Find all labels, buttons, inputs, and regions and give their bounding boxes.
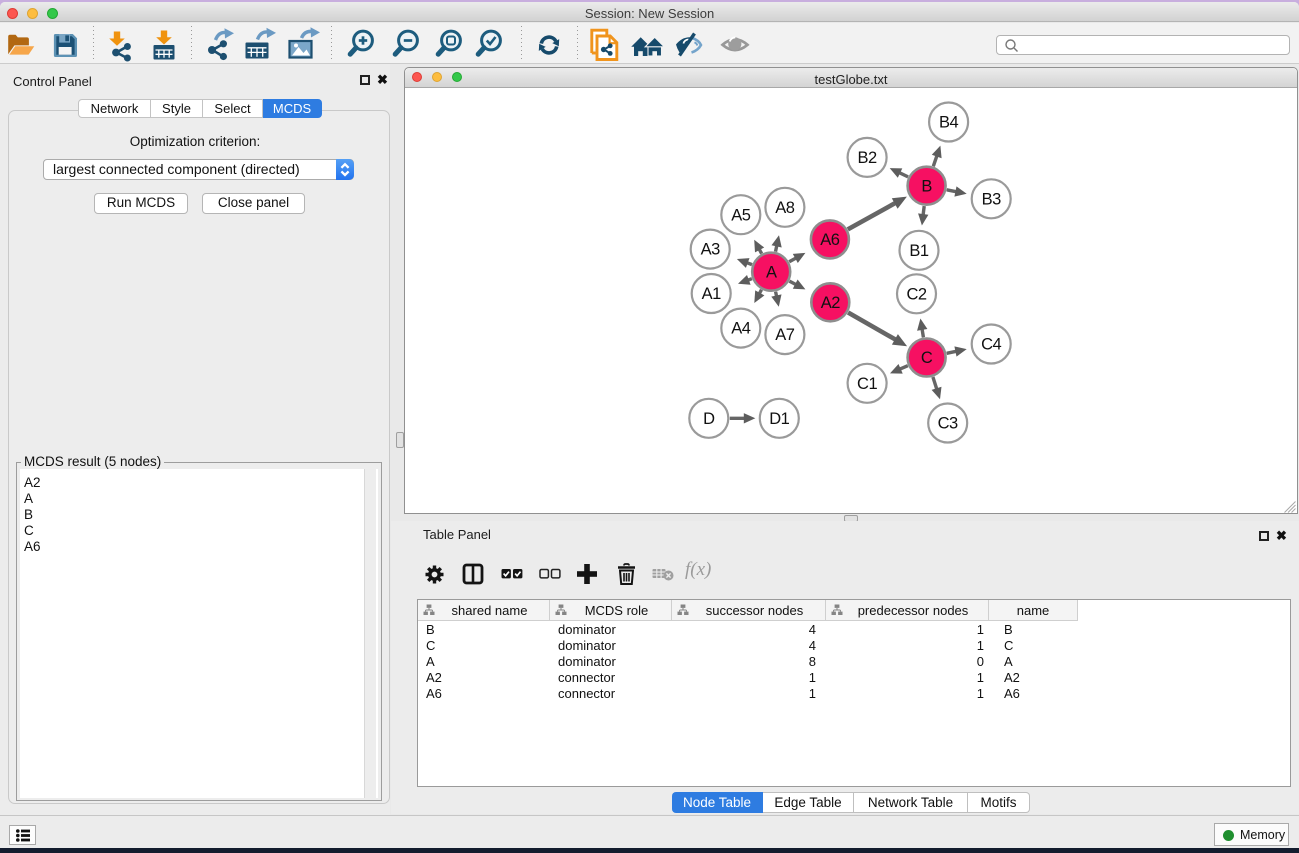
svg-text:C3: C3 xyxy=(938,415,958,433)
svg-text:B1: B1 xyxy=(909,242,929,260)
svg-text:D: D xyxy=(703,410,715,428)
svg-text:A2: A2 xyxy=(821,294,841,312)
svg-text:B: B xyxy=(921,177,932,195)
svg-text:B2: B2 xyxy=(858,149,878,167)
svg-text:A1: A1 xyxy=(702,285,722,303)
svg-text:D1: D1 xyxy=(769,410,789,428)
svg-text:B3: B3 xyxy=(982,190,1002,208)
svg-text:C: C xyxy=(921,349,933,367)
svg-text:A4: A4 xyxy=(731,320,751,338)
svg-text:A: A xyxy=(766,263,777,281)
svg-text:A6: A6 xyxy=(820,231,840,249)
svg-text:A3: A3 xyxy=(701,241,721,259)
svg-text:C1: C1 xyxy=(857,375,877,393)
svg-text:C4: C4 xyxy=(981,336,1001,354)
svg-text:A7: A7 xyxy=(775,326,795,344)
svg-text:B4: B4 xyxy=(939,114,959,132)
svg-text:A8: A8 xyxy=(775,199,795,217)
svg-text:A5: A5 xyxy=(731,206,751,224)
svg-text:C2: C2 xyxy=(906,285,926,303)
